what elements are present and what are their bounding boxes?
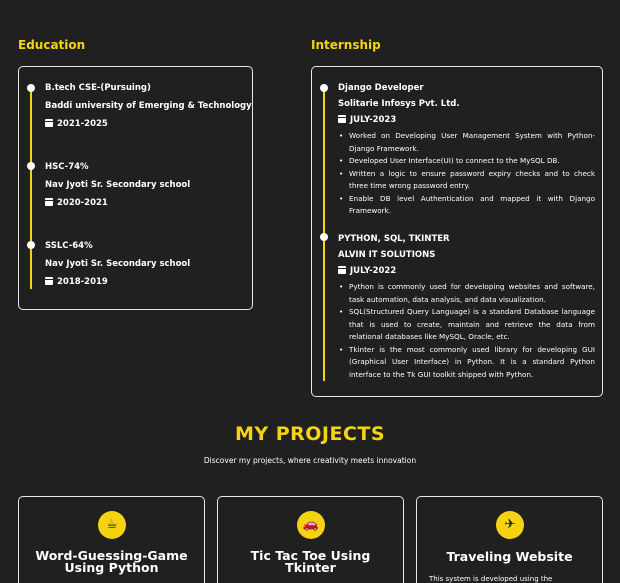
project-title: Traveling Website bbox=[446, 549, 573, 564]
projects-subtitle: Discover my projects, where creativity m… bbox=[203, 456, 417, 465]
internship-bullet-list: Worked on Developing User Management Sys… bbox=[338, 130, 595, 218]
internship-role: Django Developer bbox=[338, 83, 424, 93]
education-institution: Nav Jyoti Sr. Secondary school bbox=[45, 259, 191, 269]
project-title: Tic Tac Toe Using Tkinter bbox=[250, 548, 371, 575]
education-date: 2020-2021 bbox=[45, 198, 108, 208]
timeline-dot bbox=[27, 241, 35, 249]
internship-date: JULY-2023 bbox=[338, 115, 396, 125]
bullet-item: Tkinter is the most commonly used librar… bbox=[338, 344, 595, 382]
education-date: 2018-2019 bbox=[45, 277, 108, 287]
timeline-dot bbox=[320, 84, 328, 92]
internship-heading: Internship bbox=[311, 38, 381, 52]
calendar-icon bbox=[45, 277, 53, 285]
education-degree: HSC-74% bbox=[45, 162, 89, 172]
calendar-icon bbox=[338, 115, 346, 123]
internship-role: PYTHON, SQL, TKINTER bbox=[338, 234, 450, 244]
plane-icon: ✈ bbox=[496, 511, 524, 539]
calendar-icon bbox=[45, 119, 53, 127]
bullet-item: SQL(Structured Query Language) is a stan… bbox=[338, 306, 595, 344]
bullet-item: Developed User Interface(UI) to connect … bbox=[338, 155, 595, 168]
bullet-item: Python is commonly used for developing w… bbox=[338, 281, 595, 306]
education-institution: Baddi university of Emerging & Technolog… bbox=[45, 101, 252, 111]
calendar-icon bbox=[338, 266, 346, 274]
bullet-item: Worked on Developing User Management Sys… bbox=[338, 130, 595, 155]
internship-date: JULY-2022 bbox=[338, 266, 396, 276]
education-degree: B.tech CSE-(Pursuing) bbox=[45, 83, 151, 93]
timeline-dot bbox=[27, 162, 35, 170]
project-title: Word-Guessing-Game Using Python bbox=[35, 548, 188, 575]
internship-bullet-list: Python is commonly used for developing w… bbox=[338, 281, 595, 381]
project-card-traveling-website[interactable]: ✈ Traveling Website This system is devel… bbox=[416, 496, 603, 583]
car-icon: 🚗 bbox=[297, 511, 325, 539]
internship-company: ALVIN IT SOLUTIONS bbox=[338, 250, 436, 260]
project-card-tic-tac-toe[interactable]: 🚗 Tic Tac Toe Using Tkinter bbox=[217, 496, 404, 583]
education-degree: SSLC-64% bbox=[45, 241, 93, 251]
timeline-dot bbox=[27, 84, 35, 92]
coffee-icon: ☕ bbox=[98, 511, 126, 539]
education-timeline bbox=[30, 85, 32, 289]
internship-company: Solitarie Infosys Pvt. Ltd. bbox=[338, 99, 460, 109]
bullet-item: Enable DB level Authentication and mappe… bbox=[338, 193, 595, 218]
timeline-dot bbox=[320, 233, 328, 241]
education-institution: Nav Jyoti Sr. Secondary school bbox=[45, 180, 191, 190]
project-card-word-guessing[interactable]: ☕ Word-Guessing-Game Using Python bbox=[18, 496, 205, 583]
internship-card: Django Developer Solitarie Infosys Pvt. … bbox=[311, 66, 603, 397]
education-heading: Education bbox=[18, 38, 86, 52]
projects-heading: MY PROJECTS bbox=[234, 423, 386, 445]
bullet-item: Written a logic to ensure password expir… bbox=[338, 168, 595, 193]
calendar-icon bbox=[45, 198, 53, 206]
education-date: 2021-2025 bbox=[45, 119, 108, 129]
education-card: B.tech CSE-(Pursuing) Baddi university o… bbox=[18, 66, 253, 310]
project-description: This system is developed using the bbox=[429, 575, 553, 583]
